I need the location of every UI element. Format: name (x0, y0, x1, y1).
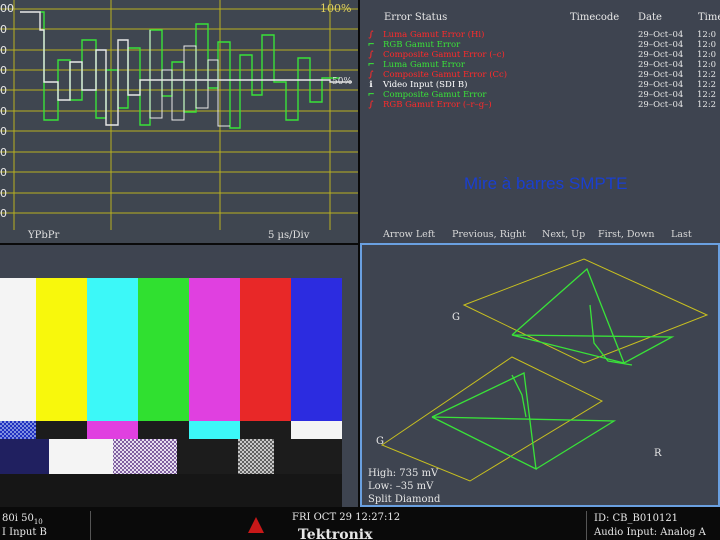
overlay-title: Mire à barres SMPTE (464, 174, 628, 193)
error-time: 12:2 (697, 80, 717, 90)
header-error-status: Error Status (384, 12, 448, 23)
vector-label-g-top: G (452, 312, 460, 323)
error-message: Luma Gamut Error (Hi) (383, 30, 485, 40)
color-bars-pane[interactable] (0, 245, 358, 507)
datetime: FRI OCT 29 12:27:12 (292, 512, 401, 523)
error-status-icon: ⌐ (367, 60, 375, 70)
header-timecode: Timecode (570, 12, 620, 23)
y-tick: 0 (0, 146, 7, 159)
error-status-icon: ∫ (368, 100, 374, 110)
error-status-icon: ∫ (368, 70, 374, 80)
error-status-icon: ⌐ (367, 90, 375, 100)
waveform-top-label: 100% (320, 2, 352, 15)
split-diamond-trace (380, 258, 709, 482)
readout-mode: Split Diamond (368, 494, 441, 505)
waveform-scale-label: 5 µs/Div (268, 230, 310, 241)
error-row[interactable]: ⌐ Composite Gamut Error 29–Oct–04 12:2 (360, 90, 720, 100)
y-tick: 0 (0, 23, 7, 36)
error-row[interactable]: ⌐ RGB Gamut Error 29–Oct–04 12:0 (360, 40, 720, 50)
vector-display-pane[interactable]: G G R High: 735 mV Low: –35 mV Split Dia… (360, 243, 720, 507)
error-status-pane[interactable]: Error Status Timecode Date Time ∫ Luma Ga… (360, 0, 720, 243)
brand: Tektronix (298, 527, 373, 540)
error-date: 29–Oct–04 (638, 30, 684, 40)
error-date: 29–Oct–04 (638, 60, 684, 70)
error-message: Composite Gamut Error (–c) (383, 50, 505, 60)
nav-next-up[interactable]: Next, Up (542, 229, 585, 240)
y-tick: 0 (0, 207, 7, 220)
divider (586, 511, 587, 540)
y-tick: 0 (0, 187, 7, 200)
error-row[interactable]: ∫ Composite Gamut Error (Cc) 29–Oct–04 12:2 (360, 70, 720, 80)
error-row[interactable]: i Video Input (SDI B) 29–Oct–04 12:2 (360, 80, 720, 90)
error-date: 29–Oct–04 (638, 50, 684, 60)
error-status-icon: ∫ (368, 30, 374, 40)
error-message: RGB Gamut Error (–r–g–) (383, 100, 492, 110)
nav-arrow-left[interactable]: Arrow Left (383, 229, 435, 240)
error-time: 12:2 (697, 70, 717, 80)
input-label: I Input B (2, 527, 47, 538)
tektronix-logo-icon (248, 517, 264, 533)
error-message: Video Input (SDI B) (383, 80, 468, 90)
audio-input: Audio Input: Analog A (594, 527, 706, 538)
error-message: Composite Gamut Error (Cc) (383, 70, 508, 80)
error-row[interactable]: ⌐ Luma Gamut Error 29–Oct–04 12:0 (360, 60, 720, 70)
error-date: 29–Oct–04 (638, 80, 684, 90)
smpte-color-bars (0, 245, 358, 507)
waveform-format-label: YPbPr (28, 230, 60, 241)
error-date: 29–Oct–04 (638, 40, 684, 50)
status-bar: 80i 5010 I Input B FRI OCT 29 12:27:12 T… (0, 509, 720, 540)
error-time: 12:0 (697, 60, 717, 70)
readout-high: High: 735 mV (368, 468, 439, 479)
error-time: 12:0 (697, 40, 717, 50)
error-time: 12:2 (697, 90, 717, 100)
readout-low: Low: –35 mV (368, 481, 434, 492)
y-tick: 0 (0, 84, 7, 97)
nav-last[interactable]: Last (671, 229, 692, 240)
error-row[interactable]: ∫ Composite Gamut Error (–c) 29–Oct–04 12:0 (360, 50, 720, 60)
error-status-icon: ⌐ (367, 40, 375, 50)
y-tick: 0 (0, 105, 7, 118)
error-date: 29–Oct–04 (638, 70, 684, 80)
error-time: 12:2 (697, 100, 717, 110)
waveform-marker-label: 50% (332, 77, 353, 87)
header-date: Date (638, 12, 662, 23)
header-time: Time (698, 12, 720, 23)
vector-label-r: R (654, 448, 662, 459)
nav-first-down[interactable]: First, Down (598, 229, 655, 240)
divider (90, 511, 91, 540)
y-tick: 0 (0, 44, 7, 57)
error-message: RGB Gamut Error (383, 40, 461, 50)
y-tick: 0 (0, 64, 7, 77)
error-date: 29–Oct–04 (638, 90, 684, 100)
y-tick: 0 (0, 125, 7, 138)
error-message: Composite Gamut Error (383, 90, 487, 100)
error-status-icon: i (369, 80, 373, 90)
vector-label-g-bottom: G (376, 436, 384, 447)
format-label: 80i 5010 (2, 513, 43, 526)
y-tick: 00 (0, 2, 14, 15)
nav-previous-right[interactable]: Previous, Right (452, 229, 526, 240)
y-tick: 0 (0, 166, 7, 179)
error-status-icon: ∫ (368, 50, 374, 60)
error-row[interactable]: ∫ Luma Gamut Error (Hi) 29–Oct–04 12:0 (360, 30, 720, 40)
waveform-trace (0, 0, 358, 230)
error-date: 29–Oct–04 (638, 100, 684, 110)
error-message: Luma Gamut Error (383, 60, 465, 70)
session-id: ID: CB_B010121 (594, 513, 679, 524)
error-time: 12:0 (697, 30, 717, 40)
waveform-pane[interactable]: 100% 50% 00 0 0 0 0 0 0 0 0 0 0 YPbPr 5 … (0, 0, 358, 243)
error-row[interactable]: ∫ RGB Gamut Error (–r–g–) 29–Oct–04 12:2 (360, 100, 720, 110)
error-time: 12:0 (697, 50, 717, 60)
